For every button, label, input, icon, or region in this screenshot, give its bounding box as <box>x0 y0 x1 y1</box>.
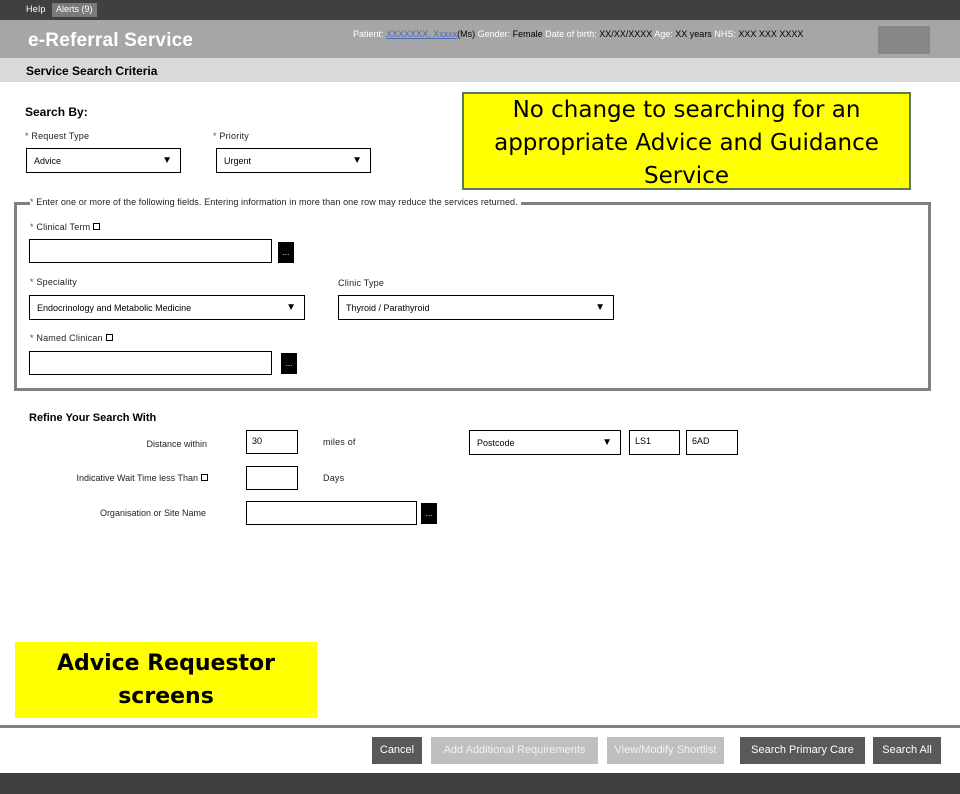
priority-value: Urgent <box>224 156 252 166</box>
speciality-value: Endocrinology and Metabolic Medicine <box>37 303 192 313</box>
priority-select[interactable]: Urgent ▼ <box>216 148 371 173</box>
distance-label: Distance within <box>146 439 207 449</box>
clinical-term-input[interactable] <box>29 239 272 263</box>
wait-time-checkbox[interactable] <box>201 474 208 481</box>
required-marker: * <box>213 131 217 141</box>
clinical-term-checkbox[interactable] <box>93 223 101 230</box>
request-type-label-text: Request Type <box>31 131 90 141</box>
view-shortlist-button[interactable]: View/Modify Shortlist <box>607 737 724 764</box>
speciality-label-text: Speciality <box>36 277 77 287</box>
dob-label: Date of birth: <box>545 29 597 39</box>
footer-divider <box>0 725 960 728</box>
required-marker: * <box>30 333 34 343</box>
header-action-button[interactable] <box>878 26 930 54</box>
named-clinician-label: * Named Clinican <box>30 333 113 343</box>
clinical-term-label-text: Clinical Term <box>36 222 91 232</box>
refine-heading: Refine Your Search With <box>29 412 157 424</box>
page-subheader: Service Search Criteria <box>0 58 960 82</box>
speciality-label: * Speciality <box>30 277 77 287</box>
priority-label: * Priority <box>213 131 249 141</box>
app-header: e-Referral Service Patient: XXXXXXX, Xxx… <box>0 20 960 58</box>
clinic-type-select[interactable]: Thyroid / Parathyroid ▼ <box>338 295 614 320</box>
bottom-bar <box>0 773 960 794</box>
chevron-down-icon: ▼ <box>602 437 612 448</box>
add-requirements-button[interactable]: Add Additional Requirements <box>431 737 598 764</box>
wait-time-label-text: Indicative Wait Time less Than <box>76 473 198 483</box>
chevron-down-icon: ▼ <box>162 155 172 166</box>
location-type-value: Postcode <box>477 438 515 448</box>
clinical-term-lookup-button[interactable]: ... <box>278 242 294 263</box>
chevron-down-icon: ▼ <box>286 302 296 313</box>
chevron-down-icon: ▼ <box>595 302 605 313</box>
required-marker: * <box>30 277 34 287</box>
request-type-select[interactable]: Advice ▼ <box>26 148 181 173</box>
named-clinician-checkbox[interactable] <box>105 334 113 341</box>
org-label: Organisation or Site Name <box>99 508 206 518</box>
request-type-value: Advice <box>34 156 62 166</box>
patient-banner: Patient: XXXXXXX, Xxxxx(Ms) Gender: Fema… <box>353 29 803 39</box>
help-link[interactable]: Help <box>26 4 46 14</box>
miles-of-label: miles of <box>323 437 356 447</box>
clinical-term-label: * Clinical Term <box>30 222 101 232</box>
nhs-value: XXX XXX XXXX <box>738 29 804 39</box>
postcode-part1-value: LS1 <box>635 436 652 446</box>
age-label: Age: <box>654 29 673 39</box>
patient-title: (Ms) <box>457 29 476 39</box>
priority-label-text: Priority <box>219 131 250 141</box>
gender-value: Female <box>512 29 543 39</box>
search-by-heading: Search By: <box>25 105 88 119</box>
dob-value: XX/XX/XXXX <box>599 29 653 39</box>
patient-name-link[interactable]: XXXXXXX, Xxxxx <box>386 29 457 39</box>
age-value: XX years <box>675 29 712 39</box>
nhs-label: NHS: <box>714 29 736 39</box>
speciality-select[interactable]: Endocrinology and Metabolic Medicine ▼ <box>29 295 305 320</box>
alerts-button[interactable]: Alerts (9) <box>52 3 97 17</box>
required-marker: * <box>30 222 34 232</box>
named-clinician-lookup-button[interactable]: ... <box>281 353 297 374</box>
annotation-callout-bottom: Advice Requestor screens <box>15 642 317 718</box>
cancel-button[interactable]: Cancel <box>372 737 422 764</box>
gender-label: Gender: <box>477 29 511 39</box>
clinic-type-value: Thyroid / Parathyroid <box>346 303 430 313</box>
distance-value: 30 <box>252 436 263 446</box>
distance-input[interactable]: 30 <box>246 430 298 454</box>
days-label: Days <box>323 473 345 483</box>
org-lookup-button[interactable]: ... <box>421 503 437 524</box>
search-all-button[interactable]: Search All <box>873 737 941 764</box>
required-marker: * <box>25 131 29 141</box>
clinic-type-label: Clinic Type <box>338 278 385 288</box>
request-type-label: * Request Type <box>25 131 89 141</box>
fields-instruction: * Enter one or more of the following fie… <box>30 197 521 207</box>
search-primary-care-button[interactable]: Search Primary Care <box>740 737 865 764</box>
app-title: e-Referral Service <box>28 30 194 51</box>
chevron-down-icon: ▼ <box>352 155 362 166</box>
required-marker: * <box>30 197 34 207</box>
top-bar: Help Alerts (9) <box>0 0 960 20</box>
postcode-part2-input[interactable]: 6AD <box>686 430 738 455</box>
fields-instruction-text: Enter one or more of the following field… <box>36 197 518 207</box>
postcode-part2-value: 6AD <box>692 436 710 446</box>
wait-time-label: Indicative Wait Time less Than <box>76 473 208 483</box>
named-clinician-input[interactable] <box>29 351 272 375</box>
wait-time-input[interactable] <box>246 466 298 490</box>
annotation-callout-top: No change to searching for an appropriat… <box>462 92 911 190</box>
page-title: Service Search Criteria <box>26 64 158 78</box>
location-type-select[interactable]: Postcode ▼ <box>469 430 621 455</box>
org-input[interactable] <box>246 501 417 525</box>
patient-label: Patient: <box>353 29 384 39</box>
named-clinician-label-text: Named Clinican <box>36 333 103 343</box>
postcode-part1-input[interactable]: LS1 <box>629 430 680 455</box>
